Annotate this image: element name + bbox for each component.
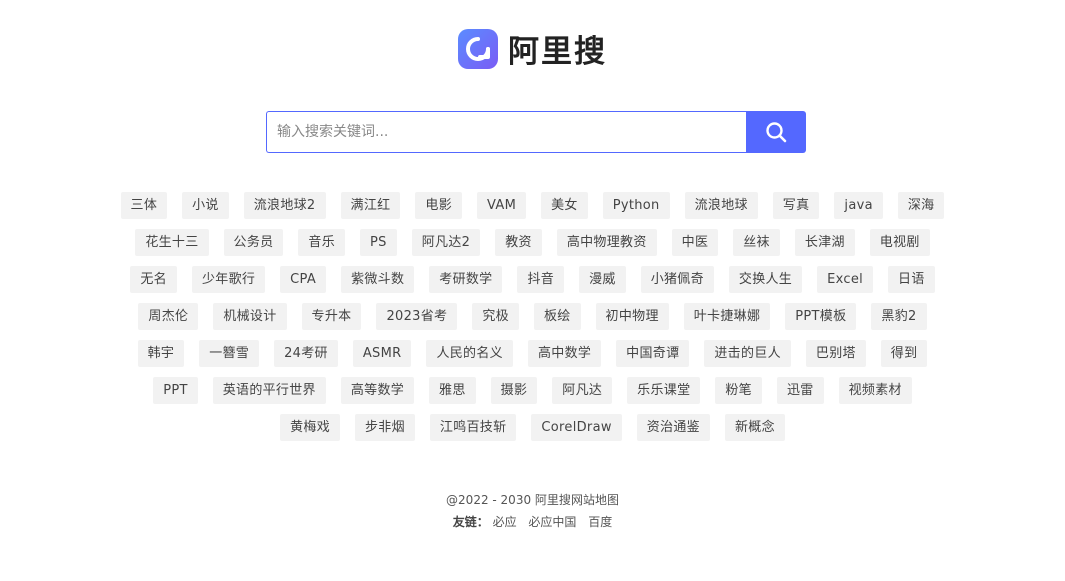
tag-item[interactable]: 英语的平行世界 (212, 377, 326, 404)
tag-item[interactable]: 高中物理教资 (556, 229, 657, 256)
search-bar (266, 111, 806, 153)
tag-item[interactable]: 写真 (772, 192, 820, 219)
logo[interactable]: 阿里搜 (458, 26, 607, 71)
tag-item[interactable]: 少年歌行 (191, 266, 266, 293)
footer-copyright-line: @2022 - 2030 阿里搜网站地图 (0, 490, 1065, 510)
tag-item[interactable]: 公务员 (223, 229, 284, 256)
logo-icon (458, 28, 498, 69)
tag-item[interactable]: 抖音 (517, 266, 565, 293)
tag-item[interactable]: 小猪佩奇 (640, 266, 714, 293)
tag-item[interactable]: 无名 (130, 266, 177, 293)
search-icon (766, 122, 787, 143)
tag-item[interactable]: PPT (153, 377, 198, 404)
tag-item[interactable]: 深海 (897, 192, 945, 219)
search-input[interactable] (266, 111, 746, 153)
site-link[interactable]: 阿里搜 (535, 493, 571, 507)
tag-item[interactable]: 高中数学 (527, 340, 602, 367)
tag-item[interactable]: 音乐 (298, 229, 346, 256)
friend-link-bing-china[interactable]: 必应中国 (528, 515, 576, 529)
tag-item[interactable]: 机械设计 (213, 303, 287, 330)
tag-item[interactable]: 日语 (888, 266, 935, 293)
tag-item[interactable]: 资治通鉴 (636, 414, 710, 441)
tag-item[interactable]: 摄影 (490, 377, 538, 404)
tag-item[interactable]: 流浪地球 (684, 192, 758, 219)
tag-item[interactable]: 得到 (880, 340, 928, 367)
tag-item[interactable]: 丝袜 (733, 229, 780, 256)
copyright-text: @2022 - 2030 (446, 493, 532, 507)
tag-item[interactable]: 一簪雪 (199, 340, 260, 367)
tag-item[interactable]: 小说 (182, 192, 229, 219)
hot-tags: 三体 小说 流浪地球2 满江红 电影 VAM 美女 Python 流浪地球 写真 java 深海花生十… (120, 192, 945, 441)
friend-link-bing[interactable]: 必应 (493, 515, 517, 529)
tag-item[interactable]: 电视剧 (869, 229, 930, 256)
tag-item[interactable]: 漫威 (579, 266, 626, 293)
tag-item[interactable]: 周杰伦 (138, 303, 199, 330)
tag-item[interactable]: 江鸣百技斩 (429, 414, 517, 441)
tag-item[interactable]: 叶卡捷琳娜 (683, 303, 771, 330)
tag-item[interactable]: Excel (817, 266, 874, 293)
tag-item[interactable]: 交换人生 (728, 266, 803, 293)
tag-item[interactable]: 初中物理 (595, 303, 669, 330)
search-button[interactable] (746, 111, 806, 153)
tag-item[interactable]: 电影 (415, 192, 463, 219)
tag-item[interactable]: 雅思 (429, 377, 476, 404)
tag-item[interactable]: 韩宇 (137, 340, 185, 367)
footer: @2022 - 2030 阿里搜网站地图 友链： 必应 必应中国 百度 (0, 490, 1065, 533)
tag-item[interactable]: 视频素材 (838, 377, 912, 404)
tag-item[interactable]: 高等数学 (340, 377, 415, 404)
tag-item[interactable]: 中医 (671, 229, 719, 256)
tag-item[interactable]: PPT模板 (785, 303, 857, 330)
tag-item[interactable]: 阿凡达 (552, 377, 613, 404)
tag-item[interactable]: 流浪地球2 (243, 192, 326, 219)
tag-item[interactable]: 步非烟 (355, 414, 415, 441)
tag-item[interactable]: 美女 (541, 192, 588, 219)
tag-item[interactable]: 满江红 (340, 192, 401, 219)
tag-item[interactable]: 紫微斗数 (341, 266, 415, 293)
tag-item[interactable]: 黄梅戏 (280, 414, 340, 441)
tag-item[interactable]: 长津湖 (794, 229, 855, 256)
tag-item[interactable]: PS (360, 229, 397, 256)
tag-item[interactable]: CorelDraw (531, 414, 622, 441)
header: 阿里搜 (0, 26, 1065, 71)
tag-item[interactable]: 新概念 (724, 414, 785, 441)
tag-item[interactable]: 究极 (472, 303, 519, 330)
tag-item[interactable]: 板绘 (533, 303, 581, 330)
tag-item[interactable]: Python (602, 192, 670, 219)
tag-item[interactable]: 黑豹2 (871, 303, 927, 330)
tag-item[interactable]: 中国奇谭 (616, 340, 690, 367)
tag-item[interactable]: 阿凡达2 (411, 229, 481, 256)
friends-label: 友链： (452, 515, 489, 529)
tag-item[interactable]: 24考研 (274, 340, 338, 367)
tag-item[interactable]: 考研数学 (429, 266, 503, 293)
tag-item[interactable]: 粉笔 (715, 377, 762, 404)
tag-item[interactable]: java (834, 192, 883, 219)
tag-item[interactable]: VAM (477, 192, 527, 219)
sitemap-link[interactable]: 网站地图 (571, 493, 619, 507)
tag-item[interactable]: 进击的巨人 (704, 340, 791, 367)
tag-item[interactable]: 教资 (495, 229, 542, 256)
tag-item[interactable]: 专升本 (301, 303, 362, 330)
tag-item[interactable]: ASMR (352, 340, 412, 367)
tag-item[interactable]: 2023省考 (376, 303, 458, 330)
friend-link-baidu[interactable]: 百度 (588, 515, 612, 529)
brand-name: 阿里搜 (508, 34, 607, 70)
tag-item[interactable]: 迅雷 (776, 377, 824, 404)
tag-item[interactable]: 人民的名义 (426, 340, 513, 367)
tag-item[interactable]: 三体 (120, 192, 168, 219)
tag-item[interactable]: 花生十三 (135, 229, 209, 256)
footer-friends-line: 友链： 必应 必应中国 百度 (0, 511, 1065, 533)
tag-item[interactable]: CPA (280, 266, 327, 293)
tag-item[interactable]: 巴别塔 (805, 340, 866, 367)
tag-item[interactable]: 乐乐课堂 (627, 377, 701, 404)
